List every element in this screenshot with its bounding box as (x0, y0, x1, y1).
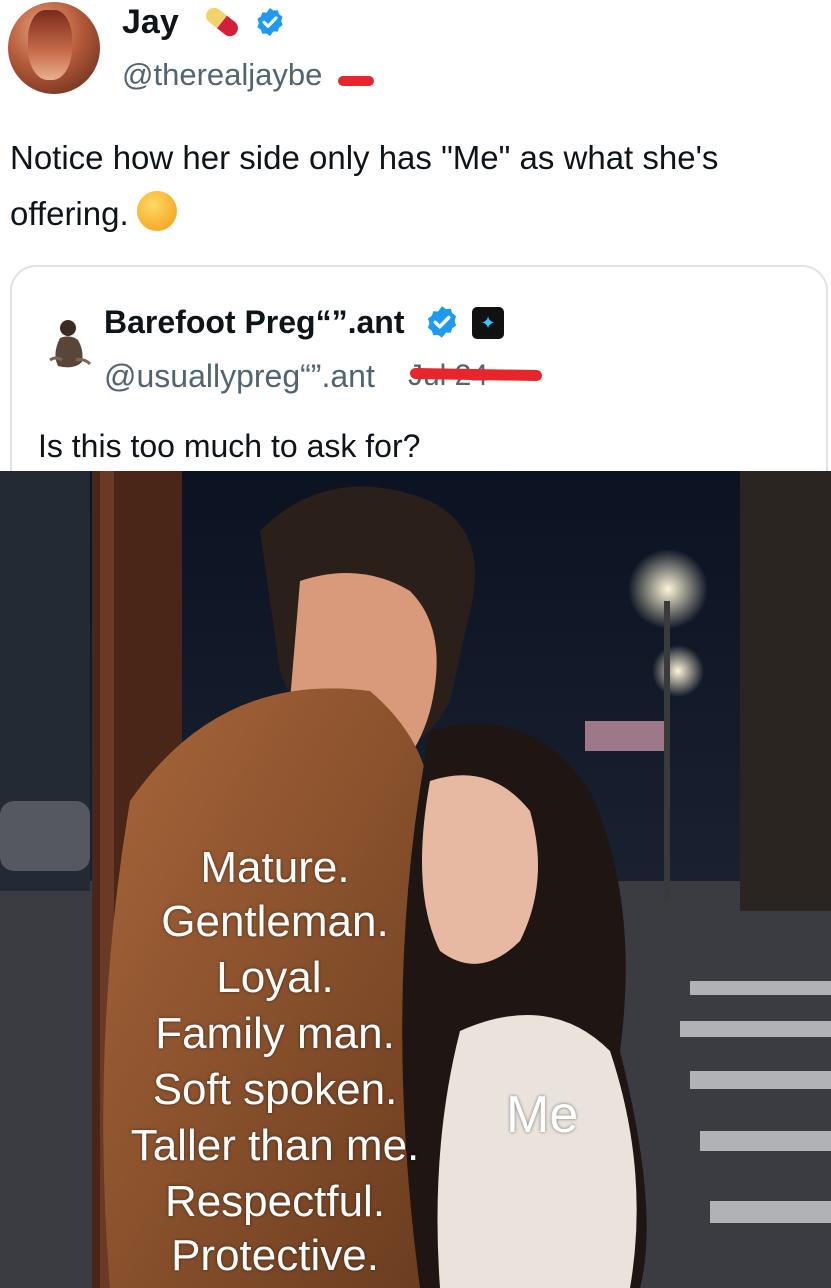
attribute-label: Mature. (200, 843, 350, 892)
tweet-text: Notice how her side only has "Me" as wha… (10, 139, 719, 232)
attribute-label: Taller than me. (130, 1121, 420, 1170)
attribute-label: Protective. (171, 1231, 379, 1280)
verified-badge-icon (427, 306, 457, 338)
attribute-label: Loyal. (216, 953, 334, 1002)
me-label: Me (506, 1086, 579, 1144)
thinking-face-emoji-icon (136, 191, 177, 231)
attribute-label: Soft spoken. (152, 1065, 398, 1114)
handle-redaction-mark (338, 76, 374, 86)
attribute-label: Respectful. (164, 1177, 386, 1226)
author-avatar[interactable] (8, 2, 100, 94)
quoted-author-avatar[interactable] (42, 316, 98, 376)
meme-photo[interactable]: Mature. Gentleman. Loyal. Family man. So… (0, 471, 831, 1288)
date-redaction-mark (409, 367, 543, 382)
quoted-author-handle[interactable]: @usuallypreg“”.ant (104, 355, 375, 397)
pill-emoji-icon (206, 7, 238, 37)
attribute-label: Family man. (155, 1009, 395, 1058)
author-handle[interactable]: @therealjaybe (122, 55, 322, 95)
quoted-author-name[interactable]: Barefoot Preg“”.ant (104, 301, 404, 343)
quoted-tweet-text: Is this too much to ask for? (38, 428, 421, 464)
attribute-label: Gentleman. (161, 897, 389, 946)
affiliate-badge-icon: ✦ (472, 307, 504, 339)
author-name[interactable]: Jay (122, 1, 179, 43)
verified-badge-icon (257, 8, 283, 36)
